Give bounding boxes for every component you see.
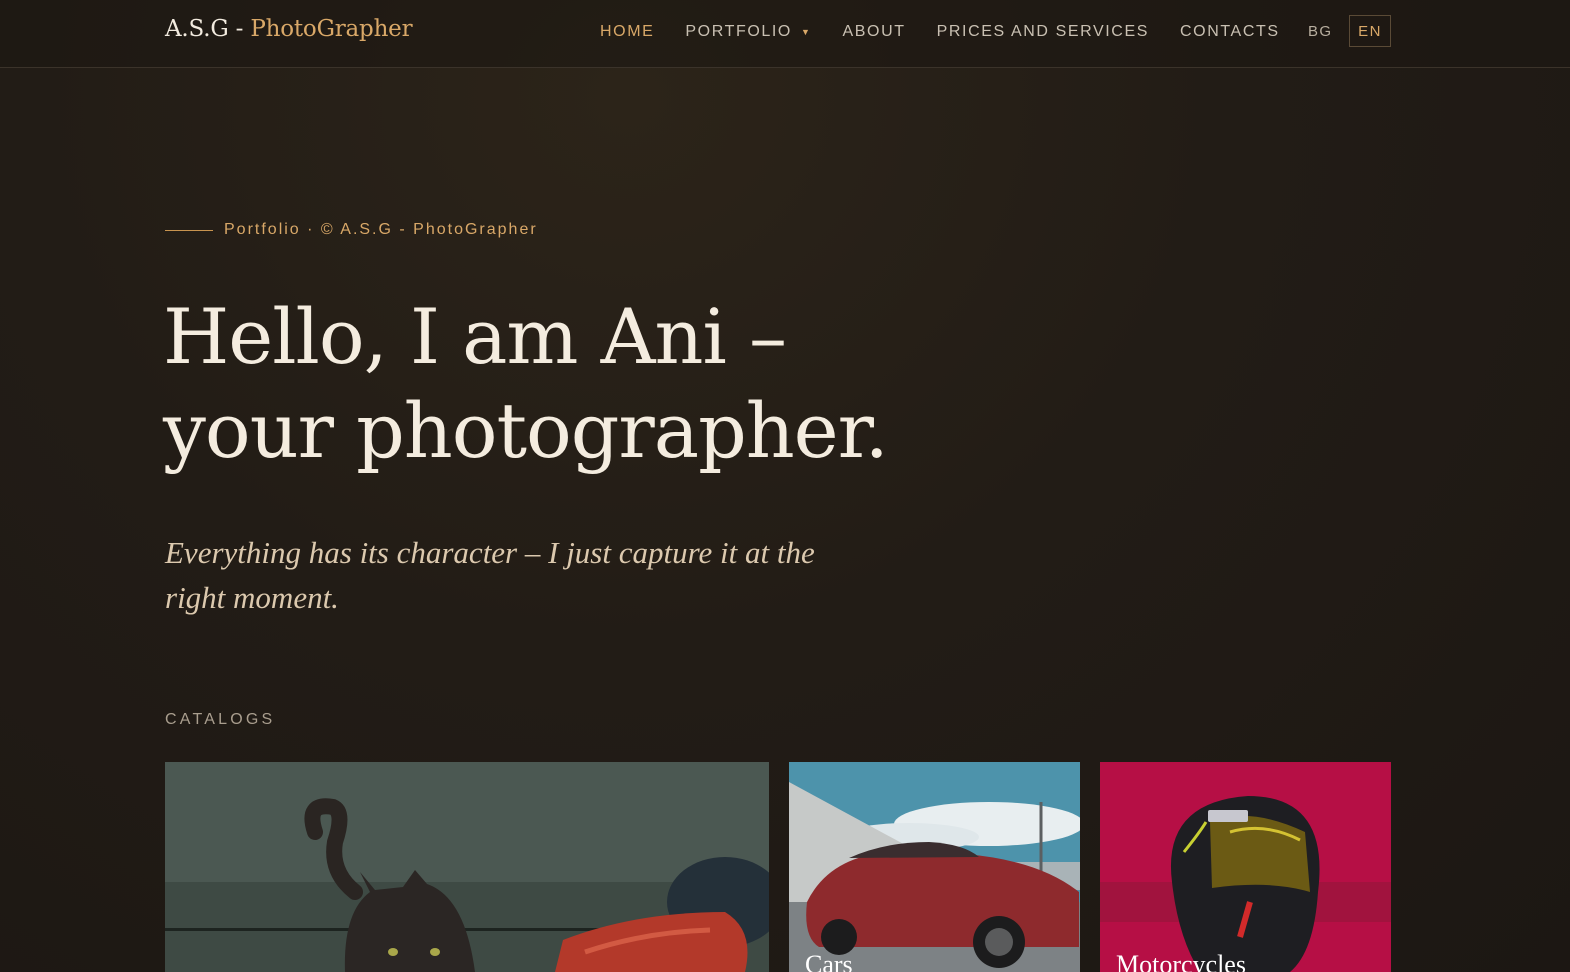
hero-kicker: Portfolio · © A.S.G - PhotoGrapher — [165, 221, 538, 239]
main-nav: HOME PORTFOLIO ▼ ABOUT PRICES AND SERVICE… — [600, 23, 1311, 41]
catalogs-heading: CATALOGS — [165, 711, 276, 728]
hero-headline: Hello, I am Ani – your photographer. — [163, 290, 923, 478]
site-logo[interactable]: A.S.G - PhotoGrapher — [165, 16, 413, 42]
logo-accent: PhotoGrapher — [250, 16, 413, 42]
nav-contacts[interactable]: CONTACTS — [1180, 23, 1280, 41]
kicker-divider — [165, 229, 213, 231]
nav-about-label: ABOUT — [842, 23, 906, 40]
caret-down-icon: ▼ — [800, 27, 812, 37]
car-photo-image — [789, 762, 1080, 972]
nav-about[interactable]: ABOUT — [843, 23, 906, 41]
catalog-card-cars[interactable]: Cars — [789, 762, 1080, 972]
nav-prices-label: PRICES AND SERVICES — [936, 23, 1150, 40]
kicker-text: Portfolio · © A.S.G - PhotoGrapher — [224, 221, 538, 238]
cat-photo-image — [165, 762, 769, 972]
nav-portfolio[interactable]: PORTFOLIO ▼ — [685, 23, 811, 41]
nav-prices[interactable]: PRICES AND SERVICES — [937, 23, 1149, 41]
lang-en-button[interactable]: EN — [1349, 15, 1391, 47]
nav-portfolio-label: PORTFOLIO — [685, 23, 792, 40]
catalog-card-title-cars: Cars — [805, 950, 853, 972]
catalog-card-title-motorcycles: Motorcycles — [1116, 950, 1246, 972]
logo-main: A.S.G - — [165, 16, 251, 42]
nav-home[interactable]: HOME — [600, 23, 654, 41]
nav-contacts-label: CONTACTS — [1180, 23, 1280, 40]
site-header: A.S.G - PhotoGrapher HOME PORTFOLIO ▼ ABO… — [0, 0, 1570, 68]
headline-line-2: your photographer. — [163, 386, 889, 475]
nav-home-label: HOME — [600, 23, 655, 40]
catalog-card-motorcycles[interactable]: Motorcycles — [1100, 762, 1391, 972]
headline-line-1: Hello, I am Ani – — [163, 292, 787, 381]
lang-bg-button[interactable]: BG — [1308, 23, 1332, 40]
hero-tagline: Everything has its character – I just ca… — [165, 535, 815, 615]
helmet-photo-image — [1100, 762, 1391, 972]
catalog-card-cat[interactable] — [165, 762, 769, 972]
